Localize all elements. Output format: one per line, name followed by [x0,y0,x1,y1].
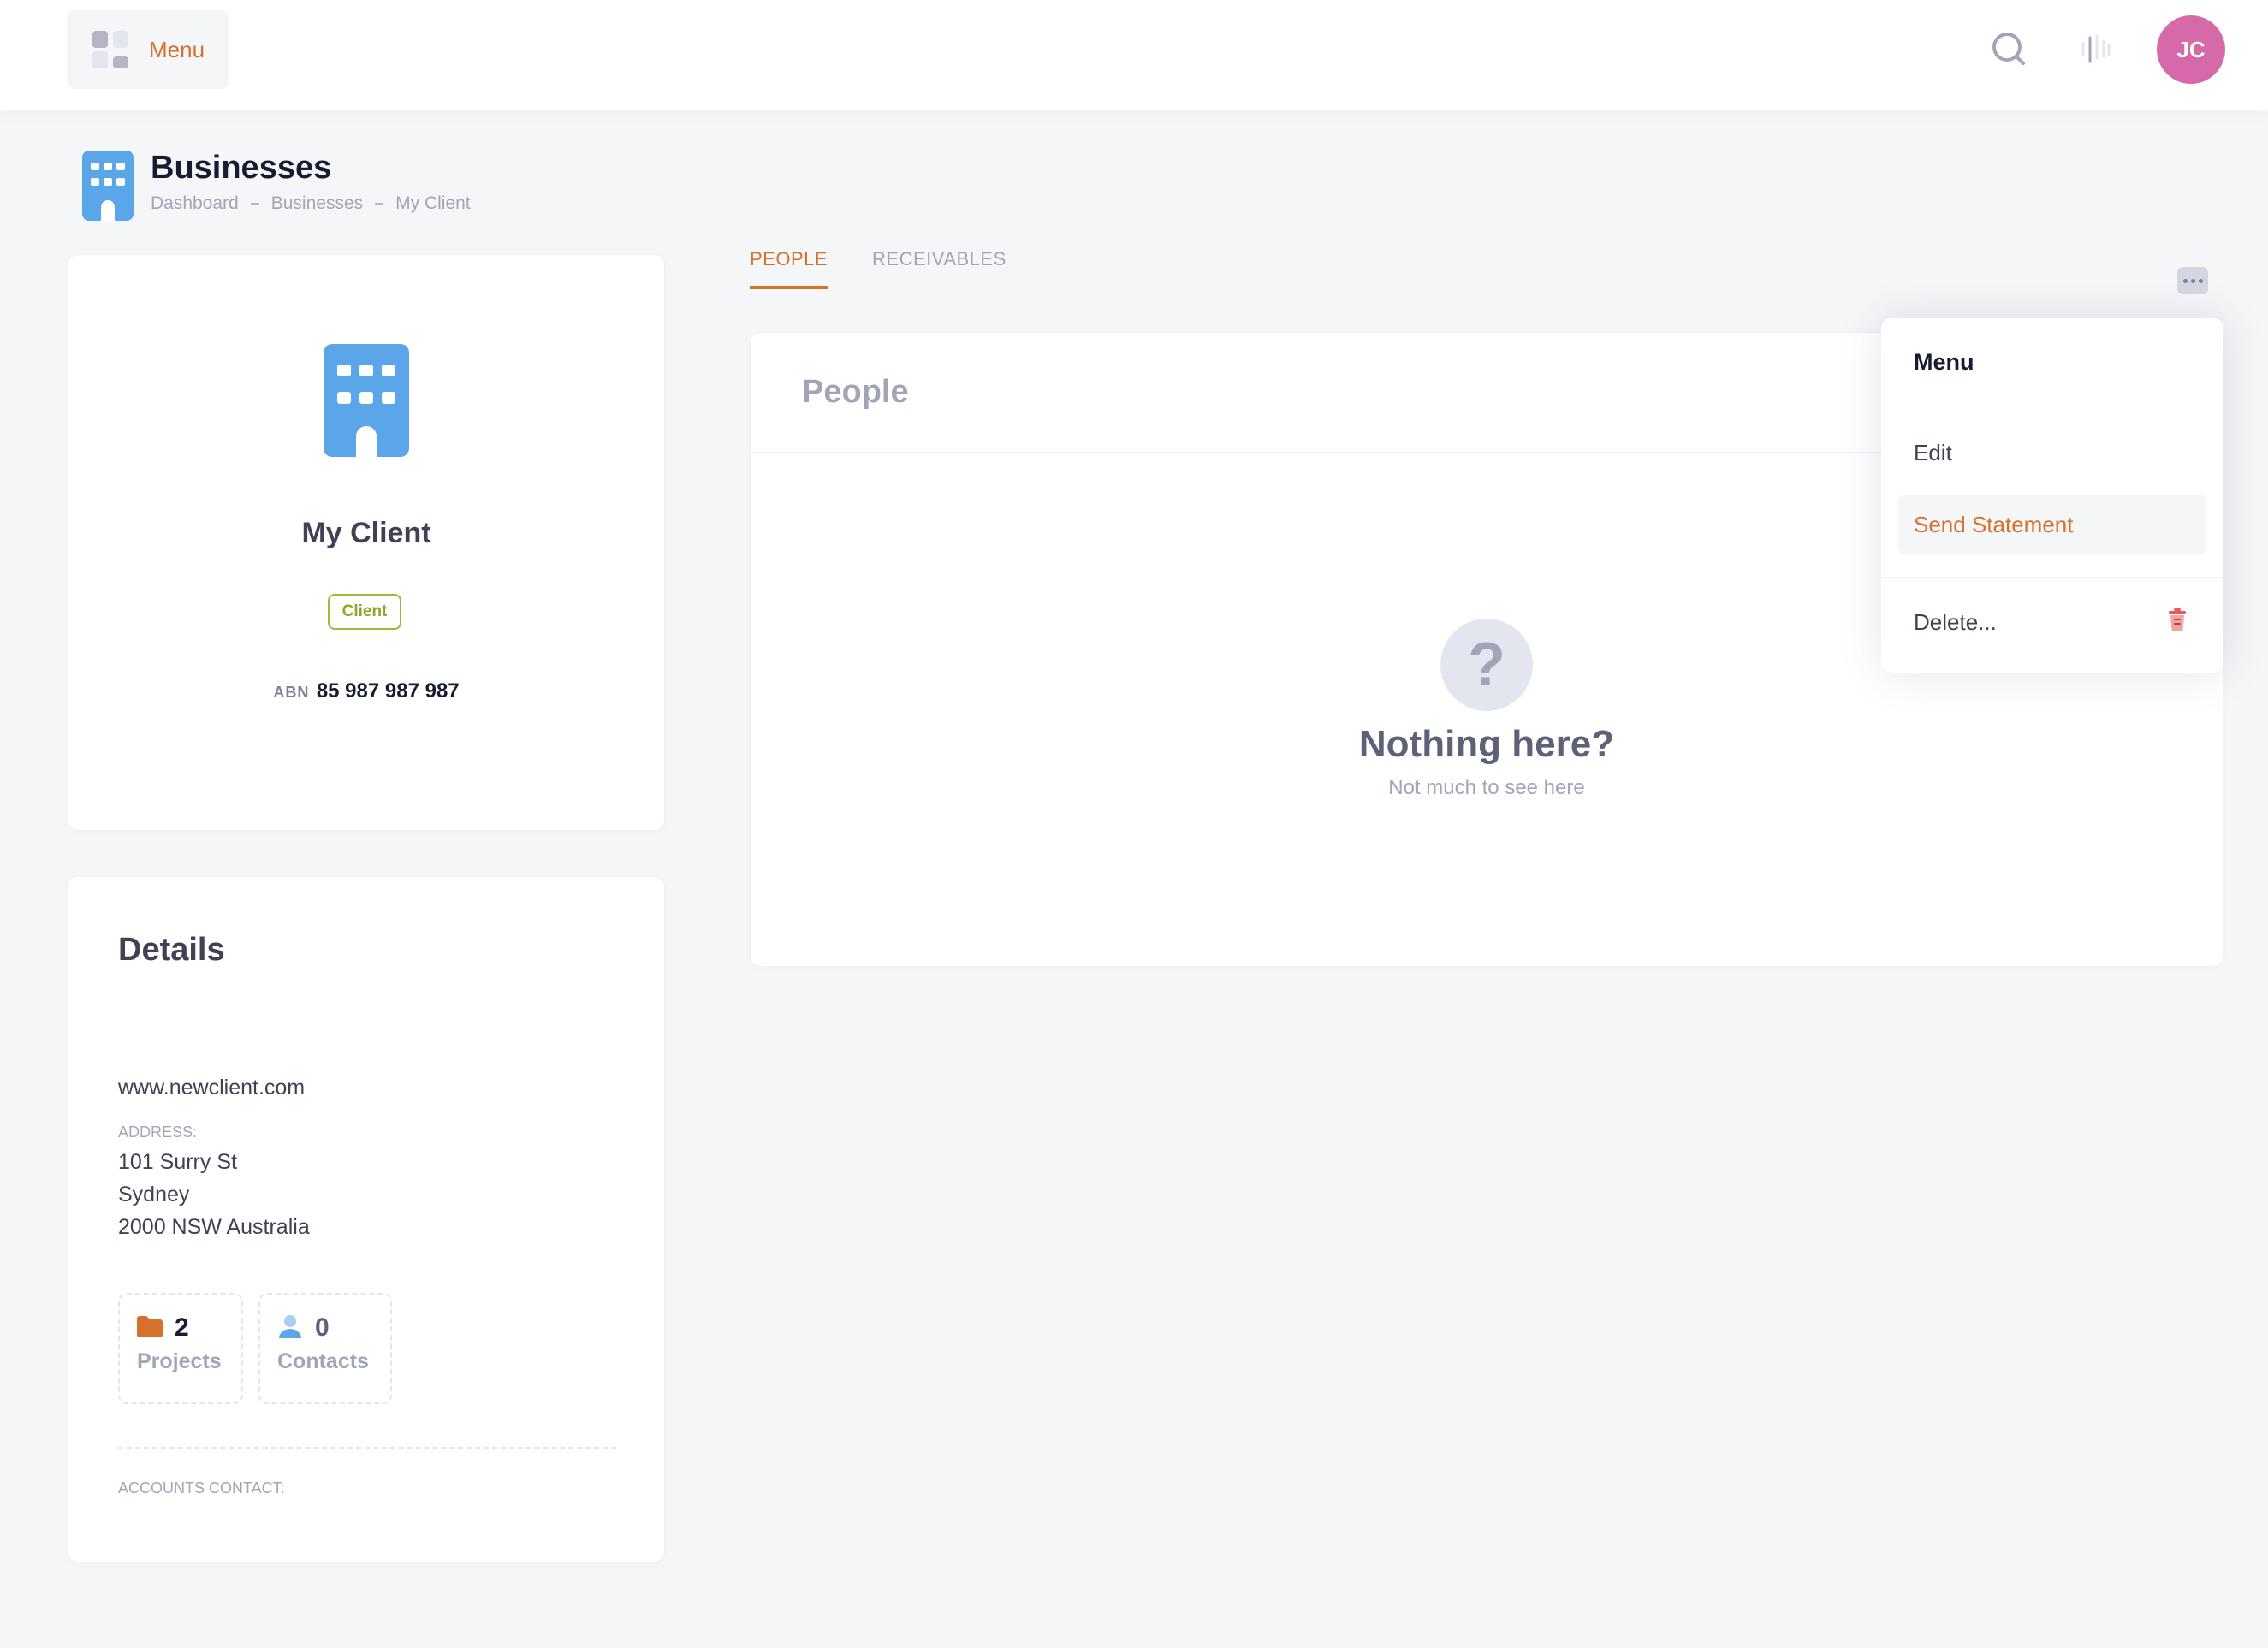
avatar[interactable]: JC [2157,15,2225,84]
address-line: 101 Surry St [118,1150,237,1174]
more-actions-button[interactable] [2165,253,2220,308]
tabs: PEOPLE RECEIVABLES [750,248,1051,289]
address-line: Sydney [118,1183,190,1206]
user-icon [277,1314,303,1343]
projects-stat[interactable]: 2 Projects [118,1293,243,1404]
page-header: Businesses Dashboard Businesses My Clien… [82,147,471,224]
breadcrumb-separator [250,202,259,205]
website-link[interactable]: www.newclient.com [118,1076,305,1100]
empty-subtitle: Not much to see here [1388,776,1585,799]
contacts-stat[interactable]: 0 Contacts [258,1293,392,1404]
contacts-label: Contacts [277,1349,369,1373]
breadcrumb: Dashboard Businesses My Client [151,193,471,214]
abn-label: ABN [273,684,310,701]
building-icon [324,344,409,457]
bars-icon[interactable] [2071,26,2119,74]
client-card: My Client Client ABN 85 987 987 987 [68,254,665,831]
dropdown-title: Menu [1914,349,1974,375]
address: 101 Surry St Sydney 2000 NSW Australia [118,1146,310,1243]
folder-icon [137,1315,163,1342]
page-title: Businesses [151,150,332,186]
breadcrumb-current: My Client [395,193,471,213]
details-title: Details [118,932,225,968]
menu-item-label: Delete... [1914,608,1997,635]
menu-item-delete[interactable]: Delete... [1898,592,2206,652]
tab-people[interactable]: PEOPLE [750,248,828,289]
breadcrumb-businesses[interactable]: Businesses [271,193,363,214]
status-badge: Client [328,594,401,630]
divider [118,1447,616,1449]
dots-icon [2177,267,2208,294]
menu-item-send-statement[interactable]: Send Statement [1898,495,2206,554]
abn: ABN 85 987 987 987 [68,679,664,703]
empty-title: Nothing here? [1358,723,1615,765]
tab-receivables[interactable]: RECEIVABLES [872,248,1006,289]
building-icon [82,151,134,221]
menu-item-edit[interactable]: Edit [1898,423,2206,483]
projects-label: Projects [137,1349,222,1373]
contacts-count: 0 [315,1313,330,1342]
people-title: People [802,374,909,410]
search-icon[interactable] [1986,26,2033,74]
menu-label: Menu [149,36,205,62]
question-icon: ? [1440,619,1533,711]
details-card: Details www.newclient.com ADDRESS: 101 S… [68,876,665,1562]
top-bar: Menu JC [0,0,2268,110]
abn-value: 85 987 987 987 [316,679,460,702]
grid-icon [92,31,130,68]
actions-dropdown: Menu Edit Send Statement Delete... [1881,318,2223,673]
accounts-contact-label: ACCOUNTS CONTACT: [118,1479,285,1497]
address-line: 2000 NSW Australia [118,1215,310,1239]
trash-icon [2167,608,2188,637]
projects-count: 2 [175,1313,189,1342]
breadcrumb-dashboard[interactable]: Dashboard [151,193,239,214]
menu-item-label: Send Statement [1914,511,2074,537]
menu-button[interactable]: Menu [67,10,229,89]
menu-item-label: Edit [1914,439,1952,465]
breadcrumb-separator [375,202,384,205]
client-name: My Client [301,517,431,549]
dropdown-divider [1881,577,2223,578]
address-label: ADDRESS: [118,1123,198,1141]
